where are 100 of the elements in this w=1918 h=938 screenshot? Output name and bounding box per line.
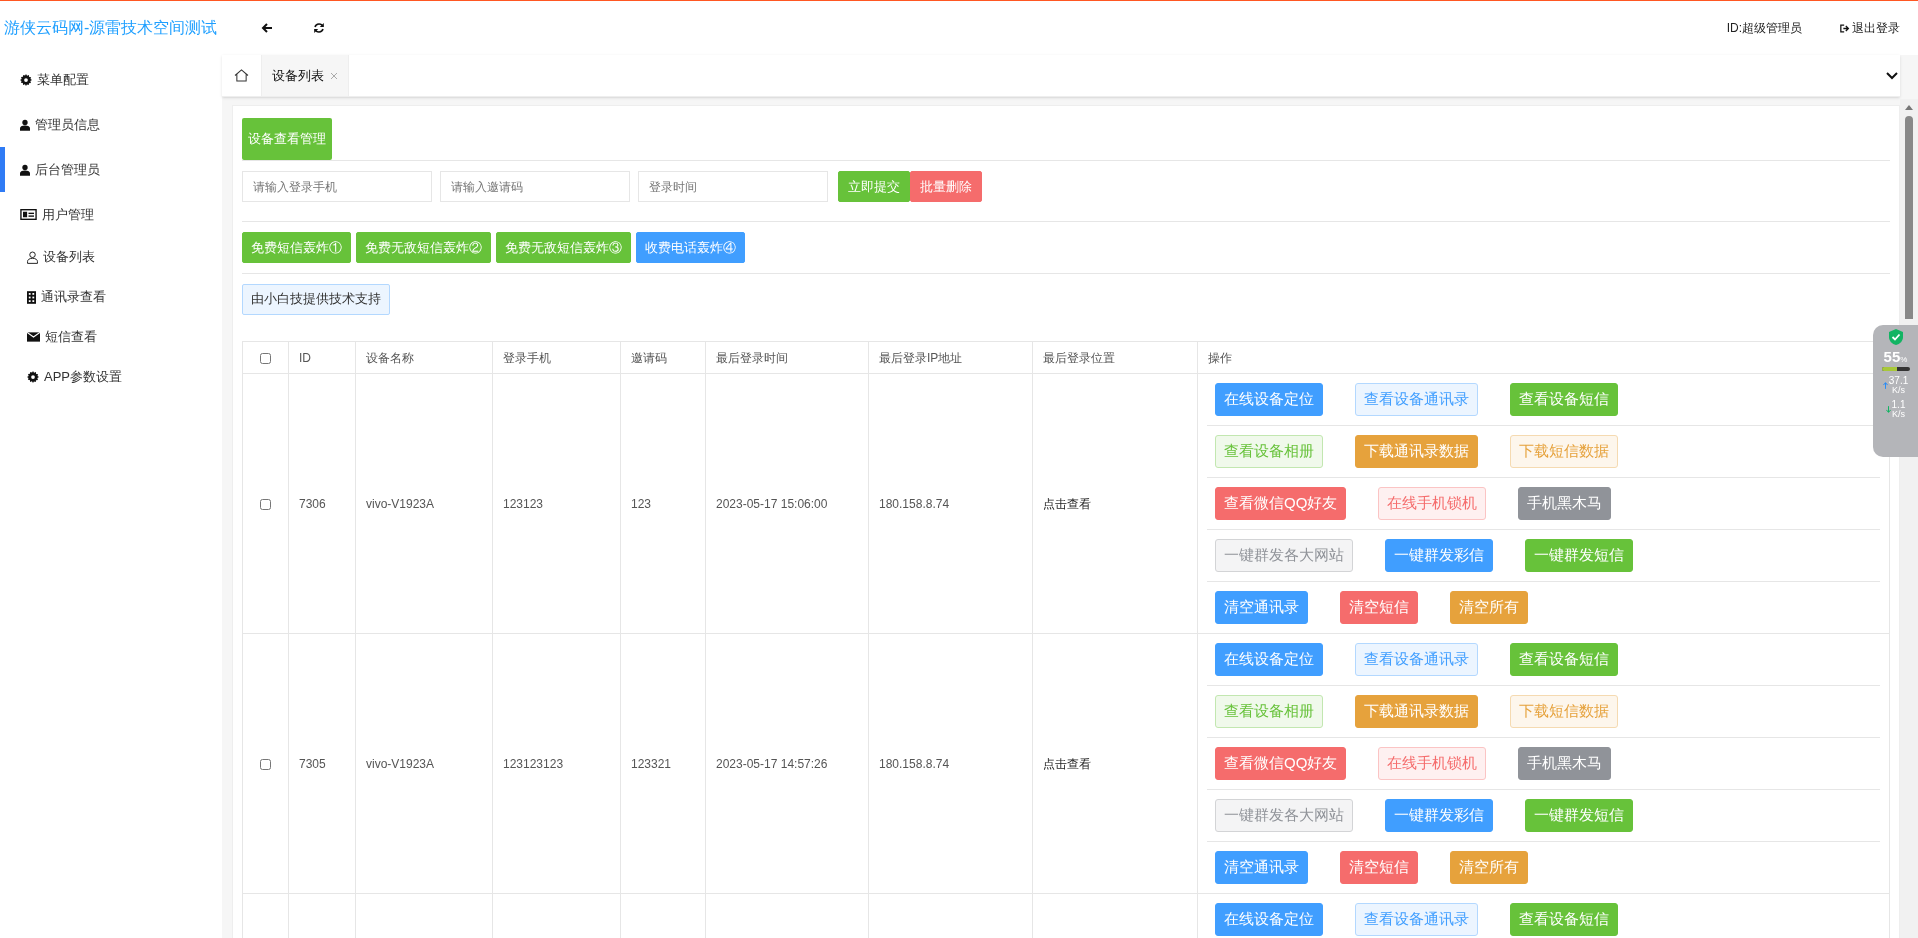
input-field[interactable]: 请输入邀请码 [440, 171, 630, 202]
table-cell: 7305 [299, 756, 326, 771]
column-header: 最后登录位置 [1043, 350, 1115, 365]
user-icon [20, 118, 30, 131]
percent-unit: % [1900, 355, 1908, 366]
column-header: 邀请码 [631, 350, 667, 365]
action-button[interactable]: 一键群发短信 [1525, 799, 1633, 832]
table-cell: 123321 [631, 756, 672, 771]
user-outline-icon [27, 250, 38, 264]
speed-value: 37.1 [1888, 376, 1909, 386]
sidebar-item[interactable]: 管理员信息 [0, 102, 222, 147]
tab-label: 设备列表 [272, 66, 324, 85]
action-button[interactable]: 清空通讯录 [1215, 591, 1308, 624]
section-button[interactable]: 设备查看管理 [242, 118, 332, 160]
action-button[interactable]: 在线设备定位 [1215, 903, 1323, 936]
speed-value: 1.1 [1891, 400, 1906, 410]
action-button[interactable]: 手机黑木马 [1518, 747, 1612, 780]
action-button[interactable]: 查看设备相册 [1215, 695, 1323, 728]
action-button[interactable]: 下载短信数据 [1510, 435, 1618, 468]
envelope-icon [27, 332, 40, 342]
cpu-percent: 55 [1883, 349, 1901, 364]
user-icon [20, 163, 30, 176]
logout-icon [1840, 23, 1850, 33]
shield-check-icon [1888, 329, 1903, 345]
gear-icon [20, 73, 32, 86]
refresh-icon [313, 22, 325, 34]
action-button[interactable]: 查看设备短信 [1510, 643, 1618, 676]
sidebar-item[interactable]: 短信查看 [0, 317, 222, 357]
sidebar-item[interactable]: 通讯录查看 [0, 277, 222, 317]
feature-button[interactable]: 收费电话轰炸④ [636, 232, 745, 263]
table-cell: 123123 [503, 496, 544, 511]
table-cell: 123 [631, 496, 652, 511]
checkbox[interactable] [260, 498, 271, 510]
action-button[interactable]: 批量删除 [910, 171, 982, 202]
table-cell: 180.158.8.74 [879, 756, 950, 771]
column-header: 设备名称 [366, 350, 414, 365]
action-button[interactable]: 清空短信 [1340, 851, 1418, 884]
action-button[interactable]: 清空通讯录 [1215, 851, 1308, 884]
action-button[interactable]: 清空所有 [1450, 591, 1528, 624]
sidebar-item[interactable]: 后台管理员 [0, 147, 222, 192]
action-button[interactable]: 一键群发彩信 [1385, 539, 1493, 572]
speed-unit: K/s [1892, 410, 1905, 419]
feature-button[interactable]: 免费无敌短信轰炸② [356, 232, 491, 263]
action-button[interactable]: 清空短信 [1340, 591, 1418, 624]
sidebar-item[interactable]: 设备列表 [0, 237, 222, 277]
column-header: 操作 [1208, 350, 1232, 365]
action-button[interactable]: 一键群发各大网站 [1215, 539, 1353, 572]
column-header: 登录手机 [503, 350, 551, 365]
action-button[interactable]: 查看设备相册 [1215, 435, 1323, 468]
action-button[interactable]: 一键群发各大网站 [1215, 799, 1353, 832]
user-label: ID:超级管理员 [1726, 20, 1802, 37]
checkbox[interactable] [260, 758, 271, 770]
sidebar-item[interactable]: 用户管理 [0, 192, 222, 237]
checkbox[interactable] [260, 352, 271, 364]
action-button[interactable]: 下载通讯录数据 [1355, 435, 1478, 468]
column-header: 最后登录时间 [716, 350, 788, 365]
action-button[interactable]: 查看微信QQ好友 [1215, 747, 1347, 780]
location-link[interactable]: 点击查看 [1043, 756, 1091, 771]
home-icon [234, 69, 249, 82]
action-button[interactable]: 在线设备定位 [1215, 643, 1323, 676]
action-button[interactable]: 在线手机锁机 [1378, 747, 1487, 780]
action-button[interactable]: 一键群发短信 [1525, 539, 1633, 572]
back-icon [261, 22, 273, 34]
logout-button[interactable]: 退出登录 [1840, 19, 1900, 37]
column-header: 最后登录IP地址 [879, 350, 963, 365]
table-cell: 2023-05-17 14:57:26 [716, 756, 828, 771]
action-button[interactable]: 查看微信QQ好友 [1215, 487, 1347, 520]
feature-button[interactable]: 免费短信轰炸① [242, 232, 351, 263]
action-button[interactable]: 查看设备短信 [1510, 903, 1618, 936]
action-button[interactable]: 在线设备定位 [1215, 383, 1323, 416]
table-cell: 7306 [299, 496, 326, 511]
action-button[interactable]: 查看设备通讯录 [1355, 903, 1478, 936]
action-button[interactable]: 查看设备通讯录 [1355, 383, 1478, 416]
upload-arrow-icon [1882, 381, 1888, 390]
table-cell: vivo-V1923A [366, 756, 435, 771]
action-button[interactable]: 立即提交 [838, 171, 910, 202]
action-button[interactable]: 在线手机锁机 [1378, 487, 1487, 520]
action-button[interactable]: 一键群发彩信 [1385, 799, 1493, 832]
action-button[interactable]: 清空所有 [1450, 851, 1528, 884]
action-button[interactable]: 查看设备短信 [1510, 383, 1618, 416]
action-button[interactable]: 查看设备通讯录 [1355, 643, 1478, 676]
column-header: ID [299, 350, 311, 365]
action-button[interactable]: 下载通讯录数据 [1355, 695, 1478, 728]
action-button[interactable]: 手机黑木马 [1518, 487, 1612, 520]
table-cell: 180.158.8.74 [879, 496, 950, 511]
input-field[interactable]: 请输入登录手机 [242, 171, 432, 202]
tab[interactable]: 设备列表 [262, 55, 349, 96]
support-button[interactable]: 由小白技提供技术支持 [242, 284, 390, 315]
id-card-icon [20, 209, 37, 220]
sidebar-item[interactable]: 菜单配置 [0, 57, 222, 102]
input-field[interactable]: 登录时间 [638, 171, 828, 202]
location-link[interactable]: 点击查看 [1043, 496, 1091, 511]
action-button[interactable]: 下载短信数据 [1510, 695, 1618, 728]
table-cell: 2023-05-17 15:06:00 [716, 496, 828, 511]
chevron-down-icon [1886, 71, 1898, 80]
table-cell: 123123123 [503, 756, 564, 771]
feature-button[interactable]: 免费无敌短信轰炸③ [496, 232, 631, 263]
site-title: 游侠云码网-源雷技术空间测试 [3, 18, 219, 38]
table-cell: vivo-V1923A [366, 496, 435, 511]
sidebar-item[interactable]: APP参数设置 [0, 357, 222, 397]
